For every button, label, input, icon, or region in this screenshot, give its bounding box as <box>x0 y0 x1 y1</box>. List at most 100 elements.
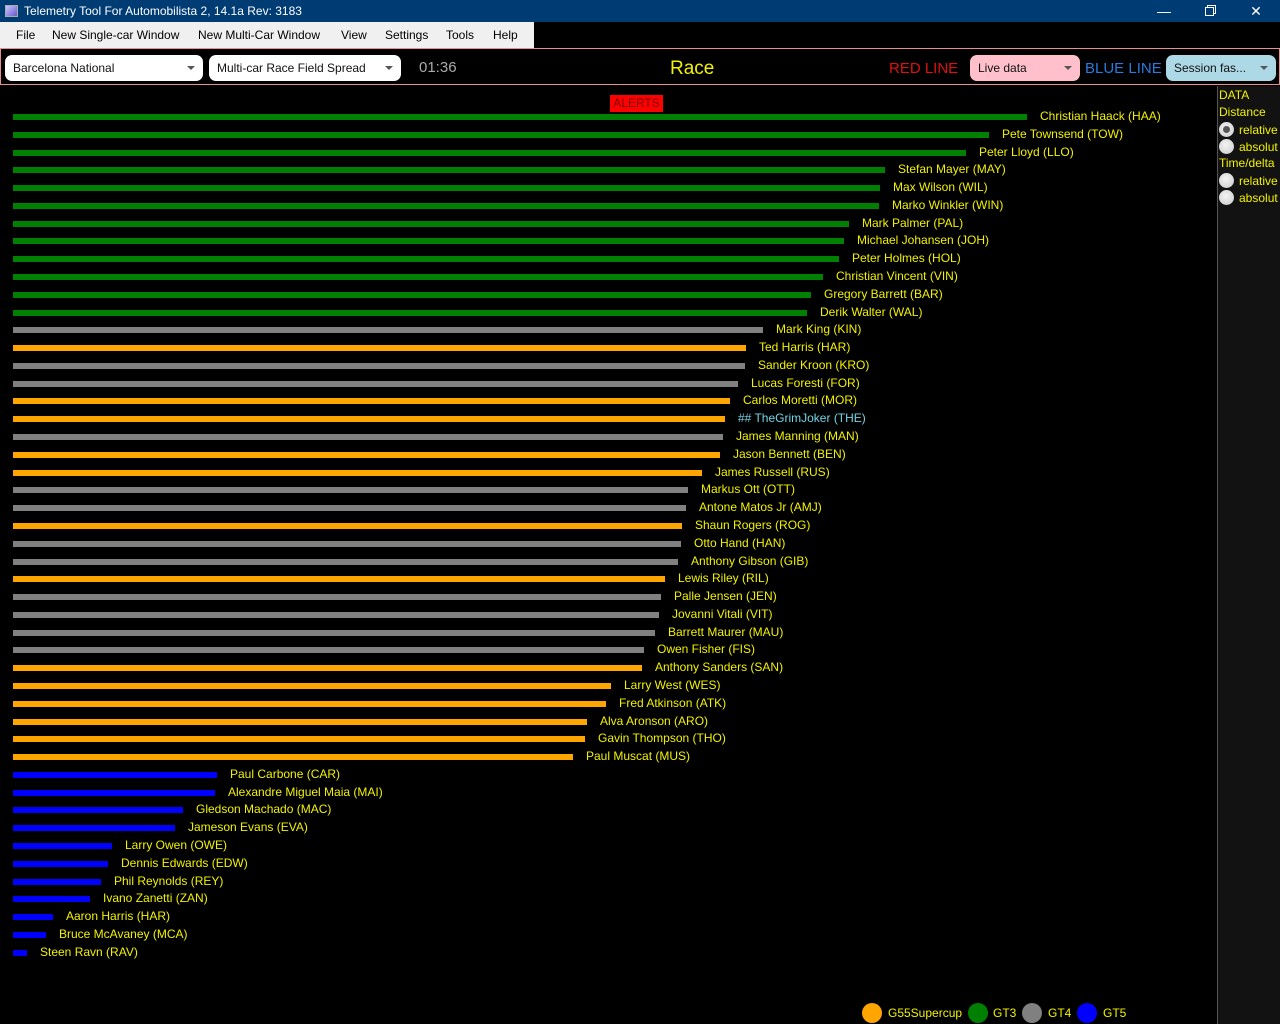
chevron-down-icon <box>385 66 393 70</box>
bar-label: Steen Ravn (RAV) <box>40 944 138 959</box>
bar-gt5 <box>13 842 112 849</box>
bar-label: Ivano Zanetti (ZAN) <box>103 891 208 906</box>
bar-gt5 <box>13 896 90 903</box>
bar-label: Gavin Thompson (THO) <box>598 731 726 746</box>
bar-label: Barrett Maurer (MAU) <box>668 624 784 639</box>
time-absolute-label: absolut <box>1239 191 1278 205</box>
blue-line-select-value: Session fas... <box>1174 61 1247 75</box>
bar-g55supercup <box>13 416 725 423</box>
bar-label: Peter Lloyd (LLO) <box>979 144 1074 159</box>
bar-label: Christian Haack (HAA) <box>1040 109 1161 123</box>
distance-relative-radio[interactable] <box>1219 122 1234 137</box>
bar-label: Fred Atkinson (ATK) <box>619 695 727 710</box>
bar-gt4 <box>13 434 723 441</box>
blue-line-select[interactable]: Session fas... <box>1166 55 1276 81</box>
legend-swatch <box>1077 1003 1097 1023</box>
bar-label: Paul Carbone (CAR) <box>230 766 341 781</box>
bar-label: Dennis Edwards (EDW) <box>121 855 248 870</box>
bar-g55supercup <box>13 754 573 761</box>
session-timer: 01:36 <box>419 59 457 76</box>
alerts-button[interactable]: ALERTS <box>610 95 663 112</box>
bar-label: Marko Winkler (WIN) <box>892 197 1004 212</box>
red-line-select-value: Live data <box>978 61 1027 75</box>
toolbar: Barcelona National Multi-car Race Field … <box>0 48 1280 85</box>
minimize-button[interactable]: — <box>1141 0 1187 22</box>
bar-label: Gledson Machado (MAC) <box>196 802 332 817</box>
legend-label: GT3 <box>993 1006 1017 1020</box>
bar-label: Jason Bennett (BEN) <box>733 446 846 461</box>
distance-absolute-radio[interactable] <box>1219 139 1234 154</box>
bar-g55supercup <box>13 718 587 725</box>
menu-new-single-car-window[interactable]: New Single-car Window <box>52 28 179 42</box>
bar-gt5 <box>13 825 175 832</box>
track-select[interactable]: Barcelona National <box>5 55 203 81</box>
bar-gt5 <box>13 914 53 921</box>
bar-g55supercup <box>13 345 746 352</box>
bar-gt4 <box>13 505 686 512</box>
bar-label: Paul Muscat (MUS) <box>586 749 691 764</box>
bar-gt4 <box>13 558 678 565</box>
menu-view[interactable]: View <box>341 28 367 42</box>
race-field-spread-chart: Christian Haack (HAA) Pete Townsend (TOW)… <box>0 86 1216 1024</box>
red-line-select[interactable]: Live data <box>970 55 1080 81</box>
bar-g55supercup <box>13 398 730 405</box>
bar-label: Alexandre Miguel Maia (MAI) <box>228 784 383 799</box>
bar-label: Jameson Evans (EVA) <box>188 820 308 835</box>
bar-label: Larry Owen (OWE) <box>125 837 228 852</box>
window-title: Telemetry Tool For Automobilista 2, 14.1… <box>24 4 302 18</box>
close-button[interactable]: ✕ <box>1233 0 1279 22</box>
chevron-down-icon <box>1064 66 1072 70</box>
bar-label: Pete Townsend (TOW) <box>1002 126 1123 141</box>
bar-label: Sander Kroon (KRO) <box>758 357 870 372</box>
close-icon: ✕ <box>1250 3 1262 19</box>
bar-label: Derik Walter (WAL) <box>820 304 923 319</box>
chevron-down-icon <box>1260 66 1268 70</box>
restore-button[interactable] <box>1187 0 1233 22</box>
legend-swatch <box>862 1003 882 1023</box>
bar-label: Lucas Foresti (FOR) <box>751 375 860 390</box>
session-type: Race <box>670 58 715 79</box>
bar-gt3 <box>13 149 966 156</box>
bar-gt4 <box>13 629 655 636</box>
blue-line-label: BLUE LINE <box>1085 60 1162 77</box>
track-select-value: Barcelona National <box>13 61 115 75</box>
bar-label: Ted Harris (HAR) <box>759 340 851 355</box>
minimize-icon: — <box>1157 3 1171 19</box>
bar-label: Michael Johansen (JOH) <box>857 233 990 248</box>
red-line-label: RED LINE <box>889 60 959 77</box>
view-select-value: Multi-car Race Field Spread <box>217 61 366 75</box>
menu-new-multi-car-window[interactable]: New Multi-Car Window <box>198 28 320 42</box>
bar-gt5 <box>13 860 108 867</box>
bar-label: Anthony Gibson (GIB) <box>691 553 809 568</box>
bar-label: Otto Hand (HAN) <box>694 535 786 550</box>
bar-gt3 <box>13 114 1027 120</box>
menu-settings[interactable]: Settings <box>385 28 428 42</box>
legend-label: GT5 <box>1103 1006 1127 1020</box>
menu-tools[interactable]: Tools <box>446 28 474 42</box>
menu-file[interactable]: File <box>16 28 35 42</box>
bar-label: Peter Holmes (HOL) <box>852 251 961 266</box>
bar-label: Anthony Sanders (SAN) <box>655 660 784 675</box>
bar-label: Carlos Moretti (MOR) <box>743 393 858 408</box>
time-relative-radio[interactable] <box>1219 173 1234 188</box>
bar-g55supercup <box>13 469 702 476</box>
bar-label: Antone Matos Jr (AMJ) <box>699 500 822 515</box>
legend-label: GT4 <box>1048 1006 1072 1020</box>
legend-swatch <box>968 1003 988 1023</box>
bar-g55supercup <box>13 576 665 583</box>
legend-label: G55Supercup <box>888 1006 963 1020</box>
bar-label: Alva Aronson (ARO) <box>600 713 709 728</box>
time-absolute-radio[interactable] <box>1219 190 1234 205</box>
bar-gt4 <box>13 362 745 369</box>
bar-label: James Russell (RUS) <box>715 464 830 479</box>
bar-g55supercup <box>13 522 682 529</box>
view-select[interactable]: Multi-car Race Field Spread <box>209 55 401 81</box>
bar-label: Stefan Mayer (MAY) <box>898 162 1006 177</box>
bar-label: Max Wilson (WIL) <box>893 180 988 195</box>
bar-label: Lewis Riley (RIL) <box>678 571 769 586</box>
bar-g55supercup <box>13 665 642 672</box>
bar-label: Jovanni Vitali (VIT) <box>672 606 773 621</box>
menu-help[interactable]: Help <box>493 28 518 42</box>
bar-gt3 <box>13 167 885 174</box>
time-relative-label: relative <box>1239 174 1278 188</box>
